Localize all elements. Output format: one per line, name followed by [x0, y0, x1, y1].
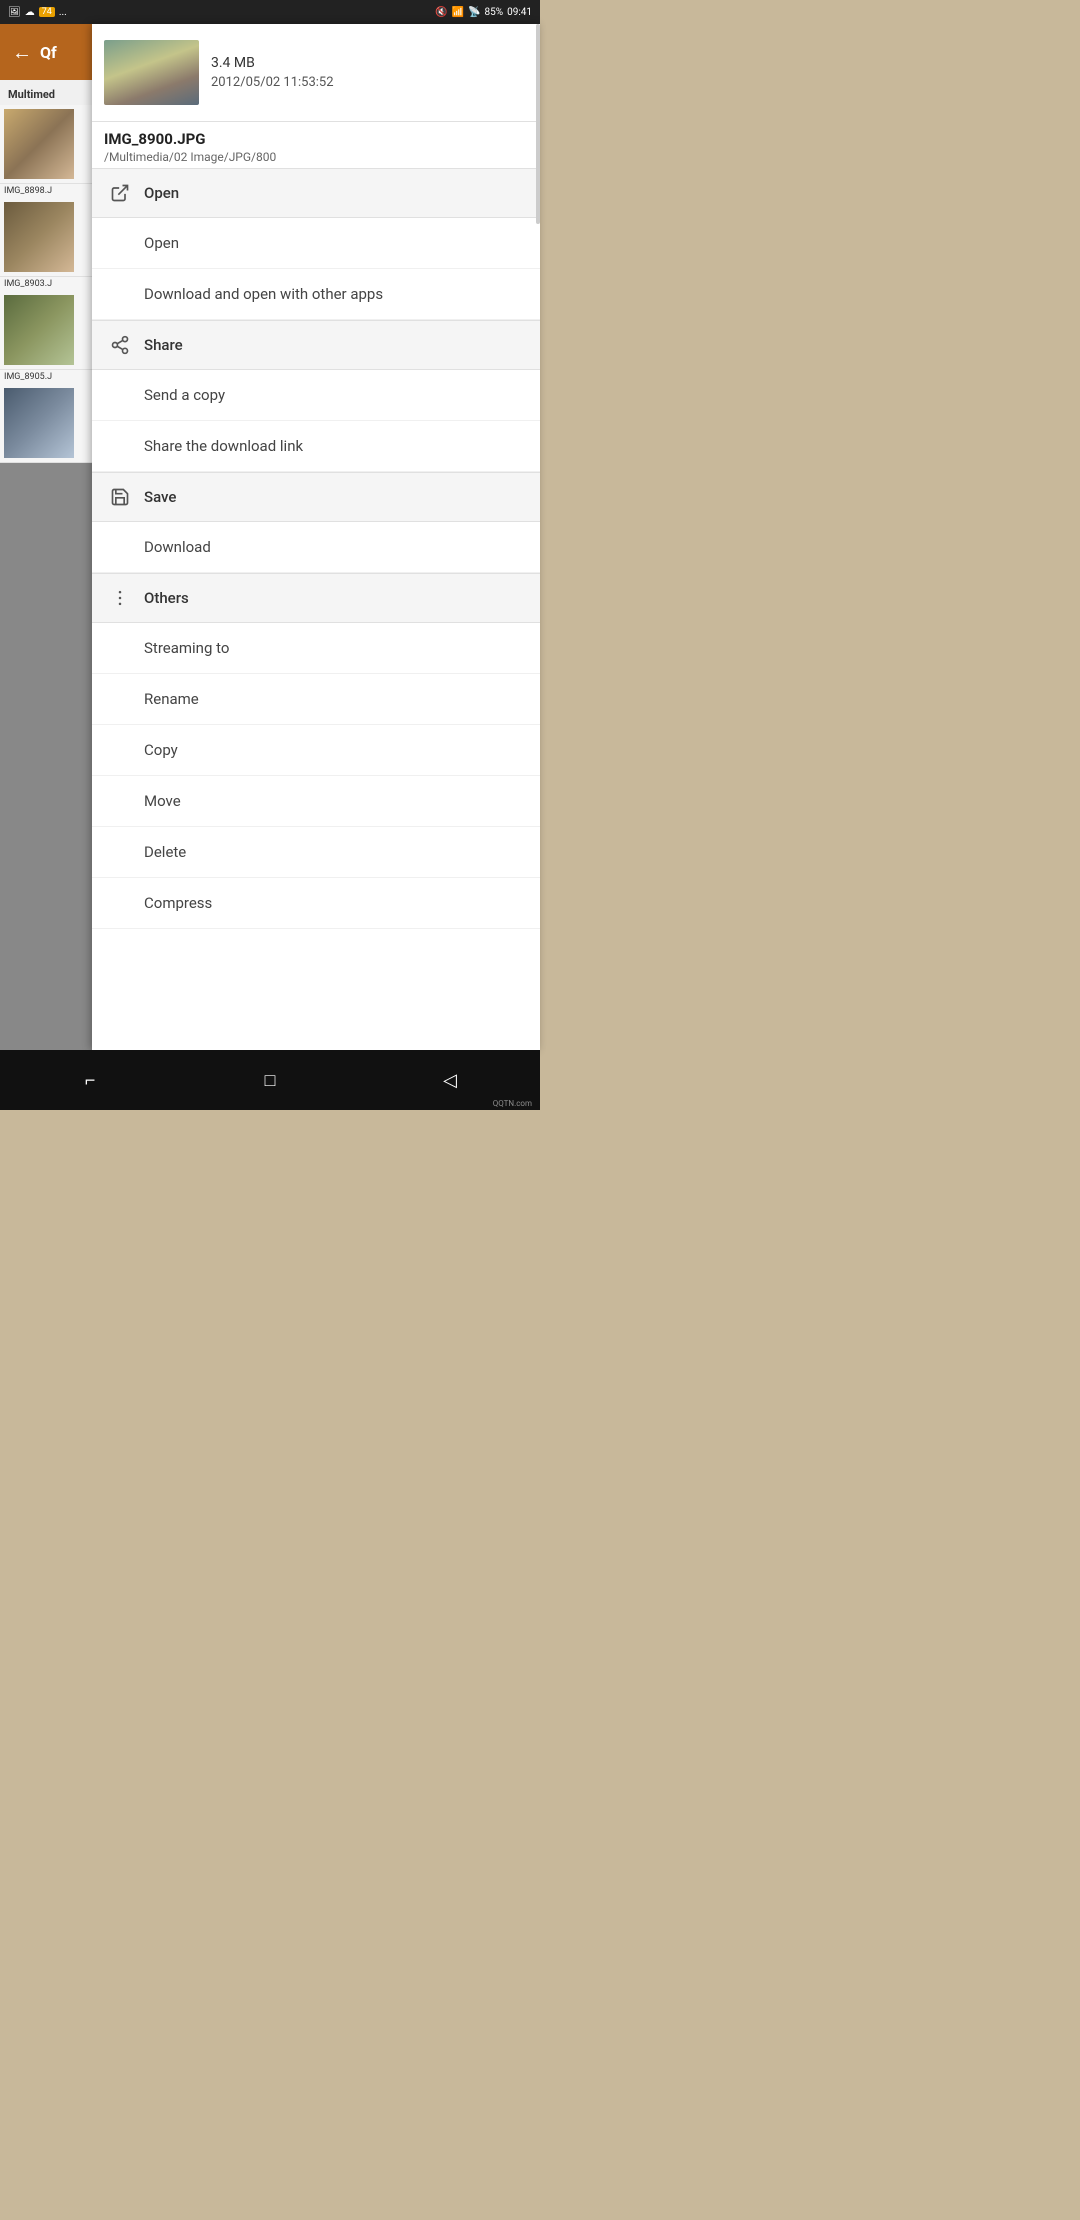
bg-thumbnails-area: Multimed IMG_8898.J IMG_8903.J IMG_8905.… [0, 80, 92, 463]
menu-item-streaming[interactable]: Streaming to [92, 623, 540, 674]
mute-icon: 🔇 [435, 7, 447, 18]
file-header: 3.4 MB 2012/05/02 11:53:52 [92, 24, 540, 122]
menu-item-compress[interactable]: Compress [92, 878, 540, 929]
context-menu-panel: 3.4 MB 2012/05/02 11:53:52 IMG_8900.JPG … [92, 24, 540, 1050]
file-info: 3.4 MB 2012/05/02 11:53:52 [211, 40, 334, 105]
menu-item-share-link[interactable]: Share the download link [92, 421, 540, 472]
file-name: IMG_8900.JPG [104, 130, 528, 148]
section-label-open: Open [144, 184, 179, 202]
wifi-icon: 📶 [452, 7, 464, 18]
list-item [0, 105, 92, 184]
background-app: ← Qf Multimed IMG_8898.J IMG_8903.J IMG_… [0, 24, 92, 1110]
menu-item-download[interactable]: Download [92, 522, 540, 573]
notification-badge: 74 [39, 7, 55, 17]
file-name-row: IMG_8900.JPG /Multimedia/02 Image/JPG/80… [92, 122, 540, 168]
scroll-indicator [536, 24, 540, 224]
file-size: 3.4 MB [211, 55, 334, 71]
status-right-icons: 🔇 📶 📡 85% 09:41 [435, 7, 532, 18]
list-item [0, 198, 92, 277]
menu-item-download-open[interactable]: Download and open with other apps [92, 269, 540, 320]
status-left-icons: 🖼 ☁ 74 ... [8, 7, 67, 18]
signal-icon: 📡 [468, 7, 480, 18]
file-path: /Multimedia/02 Image/JPG/800 [104, 150, 528, 164]
thumbnail-image [4, 202, 74, 272]
thumb-label-1: IMG_8898.J [0, 184, 92, 198]
watermark: QQTN.com [493, 1099, 532, 1108]
thumbnail-image [4, 109, 74, 179]
nav-home-icon: □ [265, 1070, 276, 1091]
thumb-label-2: IMG_8903.J [0, 277, 92, 291]
bottom-navigation: ⌐ □ ◁ QQTN.com [0, 1050, 540, 1110]
menu-item-send-copy[interactable]: Send a copy [92, 370, 540, 421]
thumbnail-image [4, 388, 74, 458]
more-icon: ... [59, 7, 67, 18]
bg-section-title: Multimed [0, 80, 92, 105]
section-header-others: Others [92, 573, 540, 623]
external-link-icon [108, 181, 132, 205]
section-header-open: Open [92, 168, 540, 218]
share-icon [108, 333, 132, 357]
image-icon: 🖼 [8, 7, 21, 18]
battery-text: 85% [485, 7, 504, 18]
save-icon [108, 485, 132, 509]
back-icon: ← [12, 40, 32, 65]
menu-item-open[interactable]: Open [92, 218, 540, 269]
menu-item-move[interactable]: Move [92, 776, 540, 827]
time-display: 09:41 [507, 7, 532, 18]
nav-back-icon: ⌐ [85, 1070, 96, 1091]
file-thumbnail [104, 40, 199, 105]
nav-home-button[interactable]: □ [240, 1060, 300, 1100]
list-item [0, 291, 92, 370]
file-date: 2012/05/02 11:53:52 [211, 75, 334, 90]
weather-icon: ☁ [25, 7, 35, 18]
thumb-label-3: IMG_8905.J [0, 370, 92, 384]
status-bar: 🖼 ☁ 74 ... 🔇 📶 📡 85% 09:41 [0, 0, 540, 24]
nav-back-button[interactable]: ⌐ [60, 1060, 120, 1100]
section-header-save: Save [92, 472, 540, 522]
thumbnail-list: IMG_8898.J IMG_8903.J IMG_8905.J [0, 105, 92, 463]
menu-item-rename[interactable]: Rename [92, 674, 540, 725]
section-label-others: Others [144, 589, 189, 607]
nav-recent-icon: ◁ [443, 1070, 457, 1091]
section-label-save: Save [144, 488, 176, 506]
bg-app-title: Qf [40, 43, 57, 62]
menu-item-copy[interactable]: Copy [92, 725, 540, 776]
thumbnail-image [4, 295, 74, 365]
section-header-share: Share [92, 320, 540, 370]
list-item [0, 384, 92, 463]
nav-recent-button[interactable]: ◁ [420, 1060, 480, 1100]
section-label-share: Share [144, 336, 183, 354]
bg-app-bar: ← Qf [0, 24, 92, 80]
more-vertical-icon [108, 586, 132, 610]
menu-item-delete[interactable]: Delete [92, 827, 540, 878]
